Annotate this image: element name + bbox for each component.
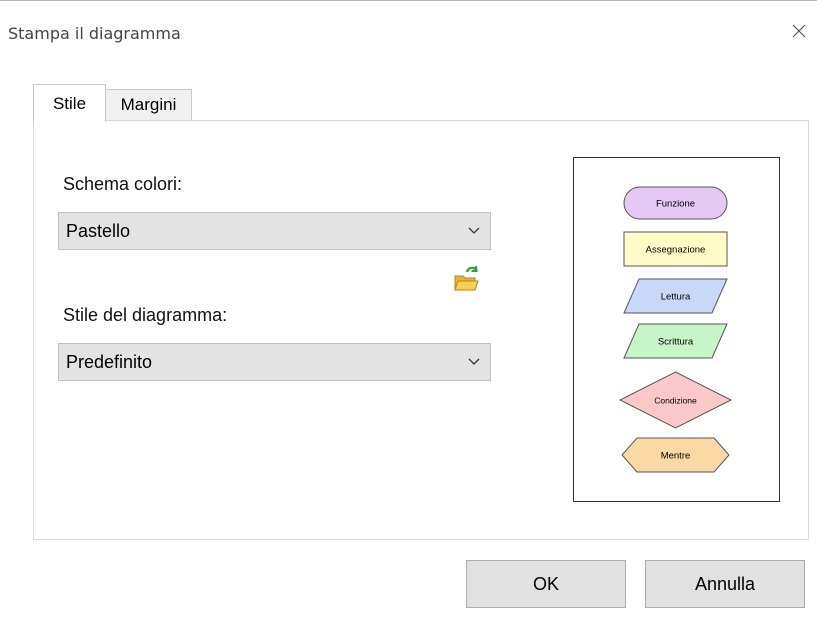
preview-shape-scrittura: Scrittura (623, 323, 728, 359)
ok-button-label: OK (532, 573, 559, 594)
tab-margini-label: Margini (120, 95, 177, 114)
window-top-border (0, 0, 817, 1)
diagram-style-value: Predefinito (66, 351, 153, 372)
preview-shape-lettura: Lettura (623, 278, 728, 314)
color-scheme-label: Schema colori: (63, 174, 183, 194)
preview-label-scrittura: Scrittura (658, 337, 694, 348)
diagram-preview: Funzione Assegnazione Lettura Scrittura … (573, 157, 780, 502)
preview-shape-condizione: Condizione (618, 371, 733, 429)
diagram-style-select[interactable]: Predefinito (58, 343, 491, 381)
preview-label-funzione: Funzione (656, 199, 695, 210)
close-button[interactable] (788, 20, 810, 42)
preview-label-condizione: Condizione (654, 396, 697, 406)
preview-shape-funzione: Funzione (623, 186, 728, 220)
color-scheme-value: Pastello (66, 220, 131, 241)
tab-stile[interactable]: Stile (33, 84, 106, 122)
diagram-style-label: Stile del diagramma: (63, 305, 228, 325)
cancel-button-label: Annulla (694, 573, 756, 594)
dialog-title: Stampa il diagramma (8, 24, 181, 43)
color-scheme-select[interactable]: Pastello (58, 212, 491, 250)
preview-shape-mentre: Mentre (621, 437, 730, 473)
preview-label-lettura: Lettura (661, 292, 691, 303)
tab-margini[interactable]: Margini (106, 89, 192, 120)
tab-stile-label: Stile (52, 93, 87, 113)
preview-shape-assegnazione: Assegnazione (623, 231, 728, 267)
preview-label-assegnazione: Assegnazione (646, 245, 706, 256)
open-folder-icon[interactable] (453, 264, 479, 292)
preview-label-mentre: Mentre (661, 451, 691, 462)
chevron-down-icon (468, 358, 480, 365)
ok-button[interactable]: OK (466, 560, 626, 608)
cancel-button[interactable]: Annulla (645, 560, 805, 608)
chevron-down-icon (468, 227, 480, 234)
close-icon (792, 24, 806, 38)
